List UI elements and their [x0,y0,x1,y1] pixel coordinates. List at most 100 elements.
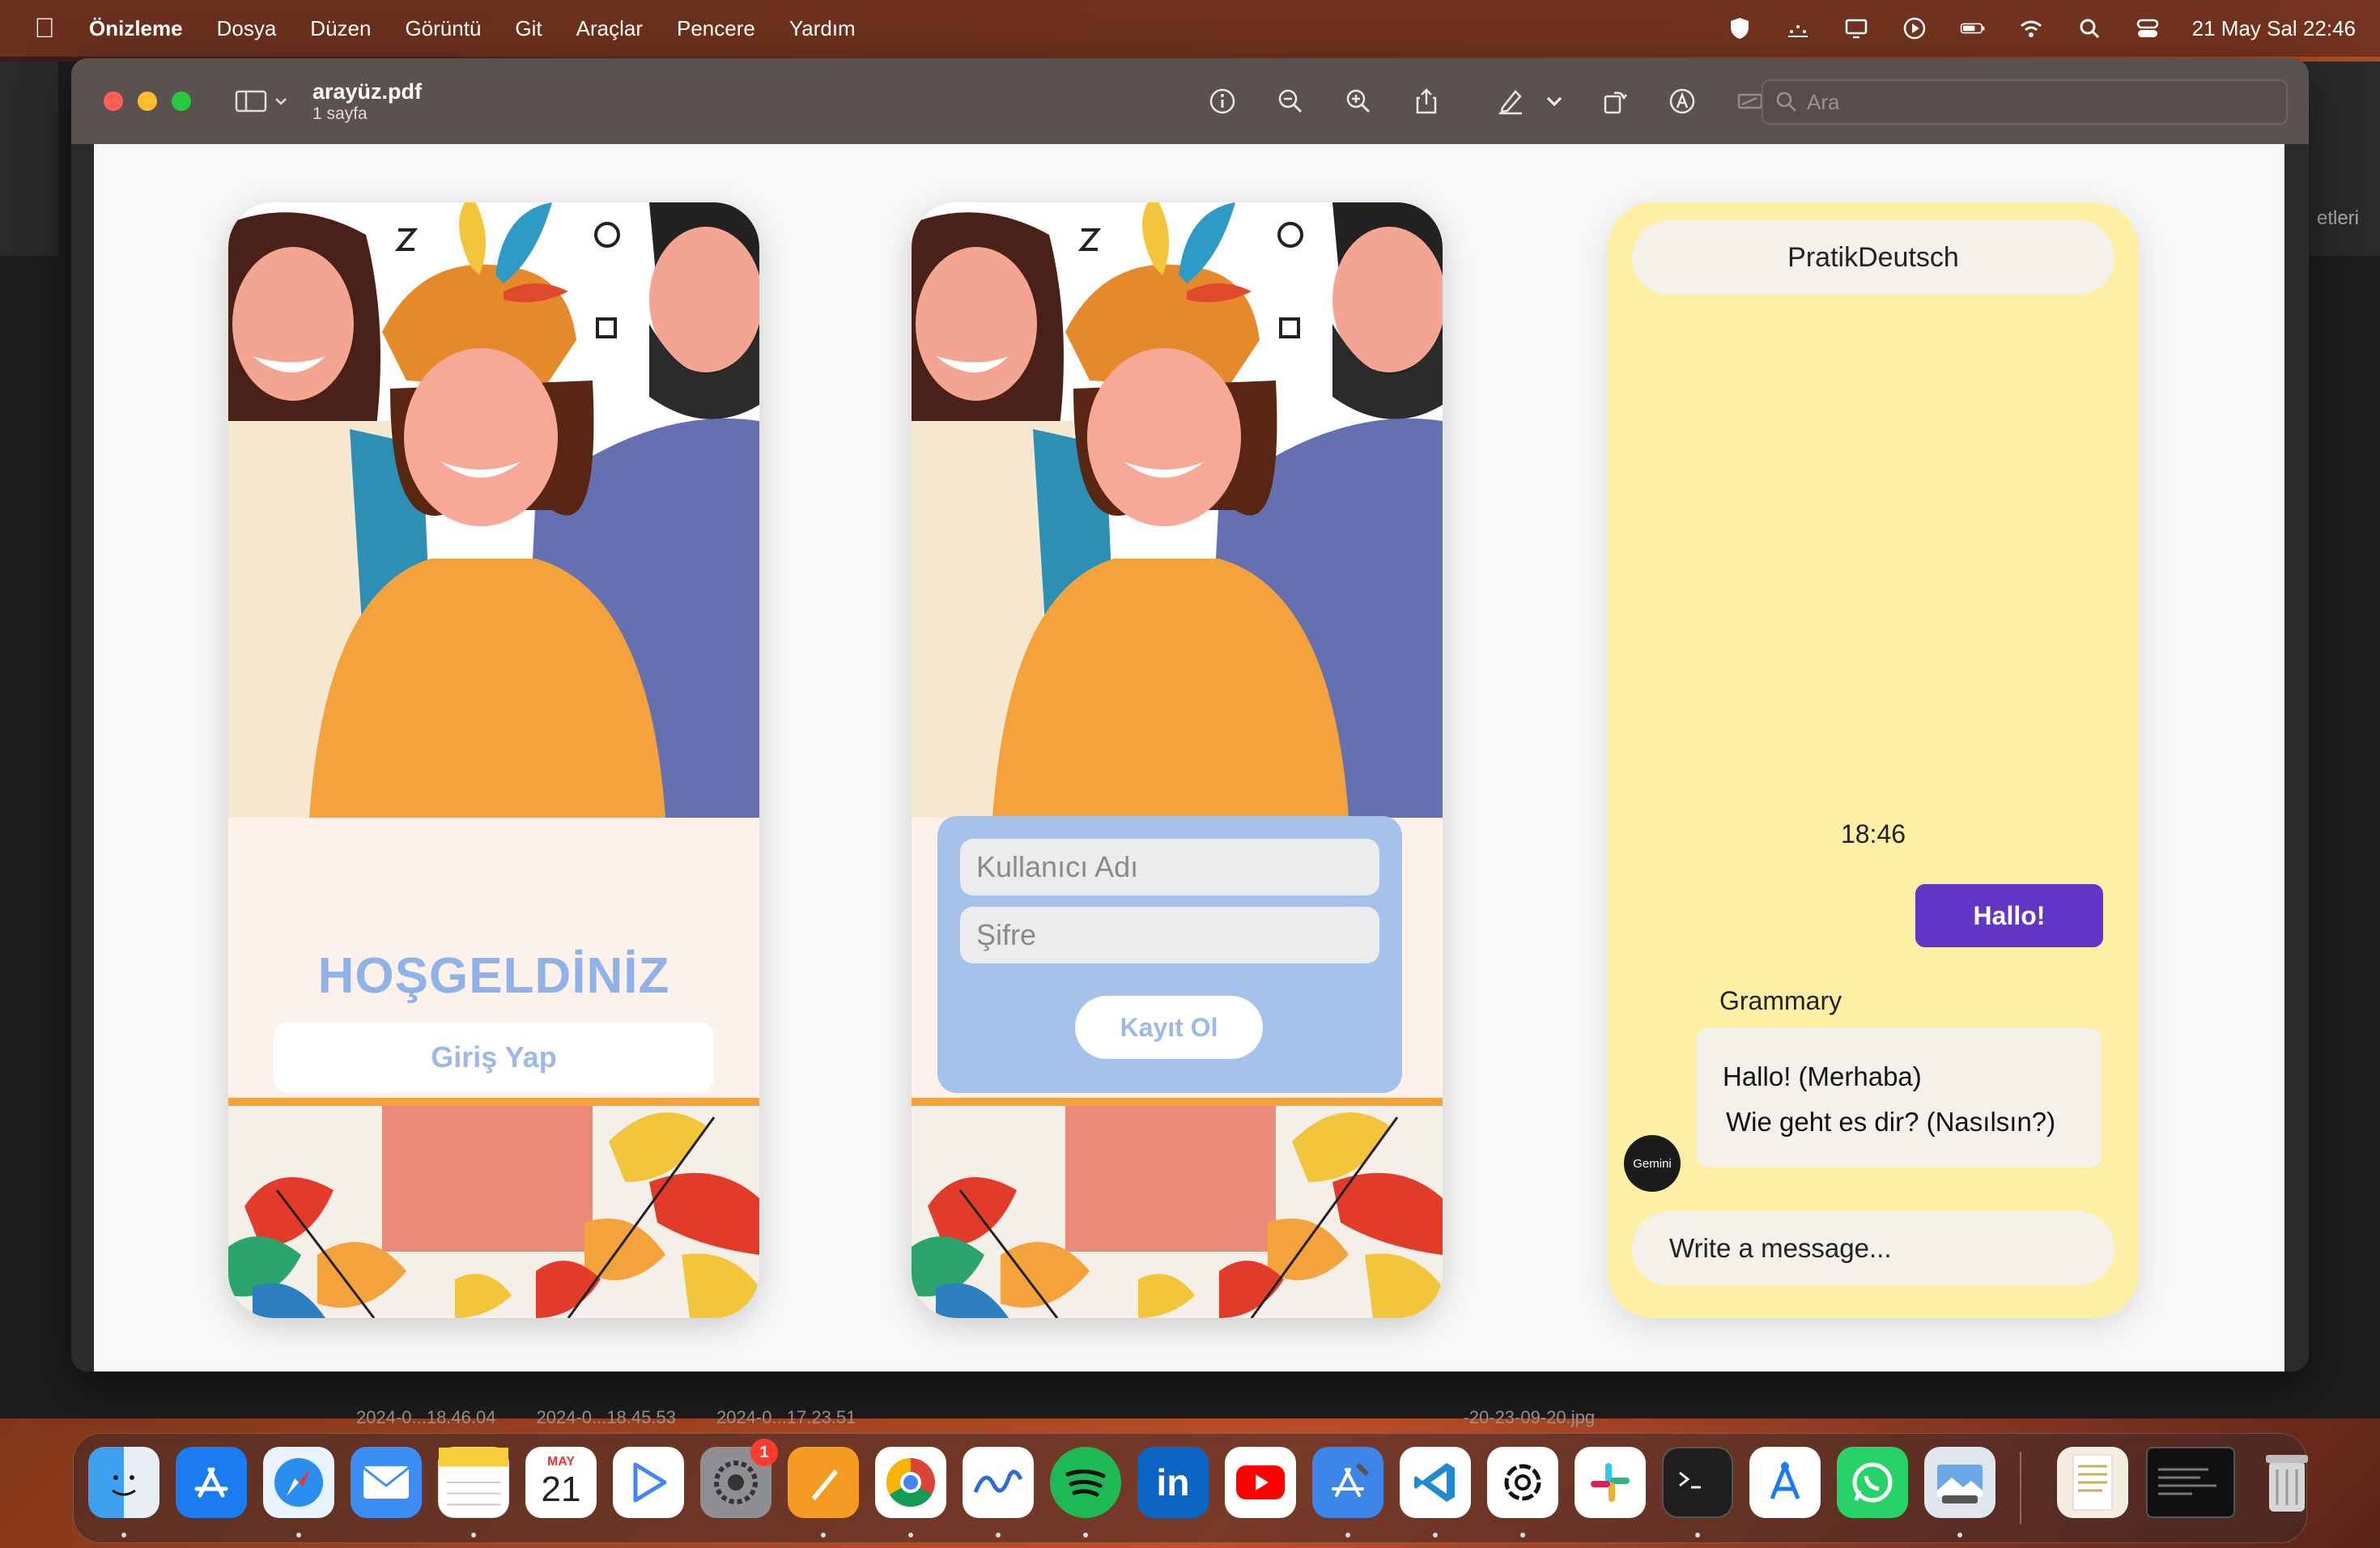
menu-help[interactable]: Yardım [789,16,856,41]
vpn-shield-icon[interactable] [1726,15,1753,42]
info-icon[interactable] [1205,83,1240,119]
people-illustration [912,202,1443,1318]
chatgpt-icon[interactable] [1487,1447,1558,1518]
preview-icon[interactable] [1924,1447,1995,1518]
trash-icon[interactable] [2251,1447,2323,1518]
slack-icon[interactable] [1575,1447,1646,1518]
background-file-label: -20-23-09-20.jpg [1463,1407,1596,1427]
chevron-down-icon[interactable] [1545,83,1564,119]
google-play-icon[interactable] [613,1447,684,1518]
document-page-count: 1 sayfa [312,104,368,123]
bot-name-label: Grammary [1719,986,1842,1015]
bot-message-bubble: Hallo! (Merhaba) Wie geht es dir? (Nasıl… [1697,1028,2102,1167]
running-indicator [821,1533,826,1537]
user-message-bubble: Hallo! [1915,884,2103,947]
menu-tools[interactable]: Araçlar [576,16,643,41]
freeform-icon[interactable] [963,1447,1034,1518]
youtube-icon[interactable] [1225,1447,1296,1518]
dock-separator [2020,1452,2021,1525]
traffic-lights [104,91,191,111]
running-indicator [296,1533,301,1537]
media-play-icon[interactable] [1901,15,1928,42]
welcome-screen-mockup: HOŞGELDİNİZ Giriş Yap [228,202,759,1318]
running-indicator [1083,1533,1088,1537]
bot-message-line: Wie geht es dir? (Nasılsın?) [1726,1107,2056,1137]
calendar-icon[interactable]: MAY 21 [525,1447,597,1518]
vscode-icon[interactable] [1400,1447,1471,1518]
spotify-icon[interactable] [1050,1447,1121,1518]
bot-avatar: Gemini [1624,1135,1681,1192]
screen-recording-thumbnail-icon[interactable] [2146,1447,2235,1518]
welcome-title: HOŞGELDİNİZ [317,948,670,1004]
control-center-icon[interactable] [2134,15,2161,42]
chat-screen-mockup: PratikDeutsch 18:46 Hallo! Grammary Hall… [1608,202,2139,1318]
battery-icon[interactable] [1959,15,1987,42]
chevron-down-icon [275,98,287,105]
whatsapp-icon[interactable] [1837,1447,1908,1518]
menu-bar:  Önizleme Dosya Düzen Görüntü Git Araçl… [0,0,2380,57]
zoom-in-icon[interactable] [1341,83,1376,119]
safari-icon[interactable] [263,1447,334,1518]
background-window-text: etleri [2316,207,2359,229]
running-indicator [121,1533,126,1537]
activity-dots-icon[interactable] [1784,15,1812,42]
people-illustration [228,202,759,1318]
calendar-month: MAY [546,1455,576,1469]
running-indicator [1957,1533,1962,1537]
system-settings-icon[interactable]: 1 [700,1439,778,1518]
signup-button[interactable]: Kayıt Ol [1075,996,1263,1059]
search-placeholder: Ara [1807,89,1840,114]
zoom-window-button[interactable] [172,91,191,111]
menu-file[interactable]: Dosya [217,16,277,41]
terminal-icon[interactable] [1662,1447,1733,1518]
rotate-icon[interactable] [1596,83,1632,119]
password-input[interactable] [960,907,1379,963]
markup-pen-icon[interactable] [1493,83,1528,119]
background-file-strip: 2024-0...18.46.04 2024-0...18.45.53 2024… [356,1407,1894,1427]
display-icon[interactable] [1842,15,1870,42]
sidebar-toggle-button[interactable] [235,88,288,114]
document-stack-icon[interactable] [2057,1447,2128,1518]
background-file-label: 2024-0...18.45.53 [536,1407,676,1427]
app-store-icon[interactable] [176,1447,247,1518]
login-screen-mockup: Kayıt Ol [912,202,1443,1318]
running-indicator [1345,1533,1350,1537]
menu-go[interactable]: Git [515,16,542,41]
message-input[interactable] [1632,1211,2114,1286]
pages-icon[interactable] [788,1447,859,1518]
apple-menu-icon[interactable]:  [0,13,89,45]
login-button[interactable]: Giriş Yap [274,1022,714,1093]
search-field[interactable]: Ara [1762,79,2288,125]
annotate-icon[interactable] [1664,83,1700,119]
running-indicator [1695,1533,1700,1537]
xcode-instruments-icon[interactable] [1749,1447,1821,1518]
sidebar-icon [235,90,267,113]
login-form-card: Kayıt Ol [937,816,1402,1093]
finder-icon[interactable] [88,1447,159,1518]
menu-app-name[interactable]: Önizleme [89,16,183,41]
menu-edit[interactable]: Düzen [310,16,371,41]
notes-icon[interactable] [438,1447,509,1518]
spotlight-search-icon[interactable] [2076,15,2103,42]
menu-view[interactable]: Görüntü [405,16,481,41]
window-titlebar: arayüz.pdf 1 sayfa Ara [71,58,2309,144]
chat-header: PratikDeutsch [1632,220,2114,295]
share-icon[interactable] [1409,83,1444,119]
minimize-window-button[interactable] [138,91,157,111]
zoom-out-icon[interactable] [1273,83,1308,119]
wifi-icon[interactable] [2017,15,2045,42]
mail-icon[interactable] [351,1447,422,1518]
menu-window[interactable]: Pencere [677,16,755,41]
running-indicator [1520,1533,1525,1537]
linkedin-icon[interactable]: in [1137,1447,1209,1518]
username-input[interactable] [960,839,1379,895]
document-title-block: arayüz.pdf 1 sayfa [312,79,422,124]
close-window-button[interactable] [104,91,123,111]
menu-clock[interactable]: 21 May Sal 22:46 [2192,16,2356,41]
chrome-icon[interactable] [875,1447,946,1518]
chat-timestamp: 18:46 [1840,819,1906,848]
dock: MAY 21 1 in [73,1433,2308,1543]
notification-badge: 1 [750,1439,778,1466]
xcode-icon[interactable] [1312,1447,1383,1518]
document-filename[interactable]: arayüz.pdf [312,79,422,104]
